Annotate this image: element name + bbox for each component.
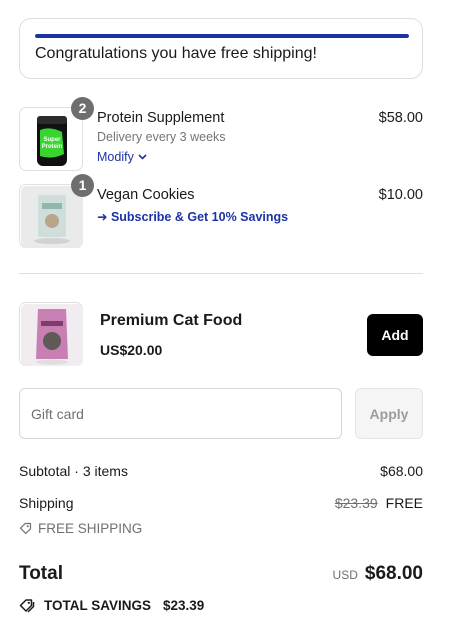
upsell-title: Premium Cat Food [100,312,243,329]
shipping-original-price: $23.39 [334,495,378,511]
shipping-label: Shipping [19,495,74,511]
quantity-badge: 2 [71,97,94,120]
cookie-package-image [21,186,83,248]
tag-icon [19,522,32,535]
shipping-progress-fill [35,34,409,38]
apply-gift-card-button[interactable]: Apply [355,388,423,439]
discount-label: FREE SHIPPING [38,521,143,536]
product-thumbnail: 1 [19,174,94,248]
total-value-group: USD $68.00 [333,563,423,585]
total-label: Total [19,563,63,584]
modify-label: Modify [97,150,134,164]
modify-subscription-button[interactable]: Modify [97,150,147,164]
svg-text:Protein: Protein [42,144,63,150]
total-amount: $68.00 [364,563,423,584]
item-price: $58.00 [378,110,423,126]
savings-amount: $23.39 [163,598,205,613]
gift-card-input[interactable] [19,388,342,439]
shipping-value: FREE [385,495,423,511]
cat-food-bag-image [21,304,83,366]
cart-line-item: 1 Vegan Cookies ➜ Subscribe & Get 10% Sa… [19,174,423,248]
upsell-price: US$20.00 [100,342,163,358]
savings-label: TOTAL SAVINGS [44,598,152,613]
svg-text:Super: Super [43,137,61,143]
free-shipping-message: Congratulations you have free shipping! [35,45,317,62]
add-upsell-button[interactable]: Add [367,314,423,356]
cart-line-item: Super Protein 2 Protein Supplement Deliv… [19,97,423,171]
total-savings-row: TOTAL SAVINGS $23.39 [19,598,204,613]
delivery-frequency: Delivery every 3 weeks [97,130,226,144]
free-shipping-banner: Congratulations you have free shipping! [19,18,423,79]
quantity-badge: 1 [71,174,94,197]
shipping-progress-bar [35,34,409,38]
item-price: $10.00 [378,187,423,203]
tags-icon [19,599,35,613]
item-title: Protein Supplement [97,110,225,126]
total-currency: USD [332,568,358,582]
subtotal-label: Subtotal · 3 items [19,463,128,479]
subscribe-savings-link[interactable]: ➜ Subscribe & Get 10% Savings [97,209,288,224]
protein-jar-image: Super Protein [37,116,67,166]
shipping-row: Shipping $23.39 FREE [19,495,423,511]
shipping-value-group: $23.39 FREE [335,495,423,511]
product-thumbnail: Super Protein 2 [19,97,94,171]
subtotal-row: Subtotal · 3 items $68.00 [19,463,423,479]
chevron-down-icon [138,154,147,160]
shipping-discount-row: FREE SHIPPING [19,521,423,536]
product-thumbnail [19,302,83,366]
item-title: Vegan Cookies [97,187,195,203]
subtotal-value: $68.00 [380,463,423,479]
upsell-product: Premium Cat Food US$20.00 Add [19,302,423,366]
section-divider [19,273,423,274]
